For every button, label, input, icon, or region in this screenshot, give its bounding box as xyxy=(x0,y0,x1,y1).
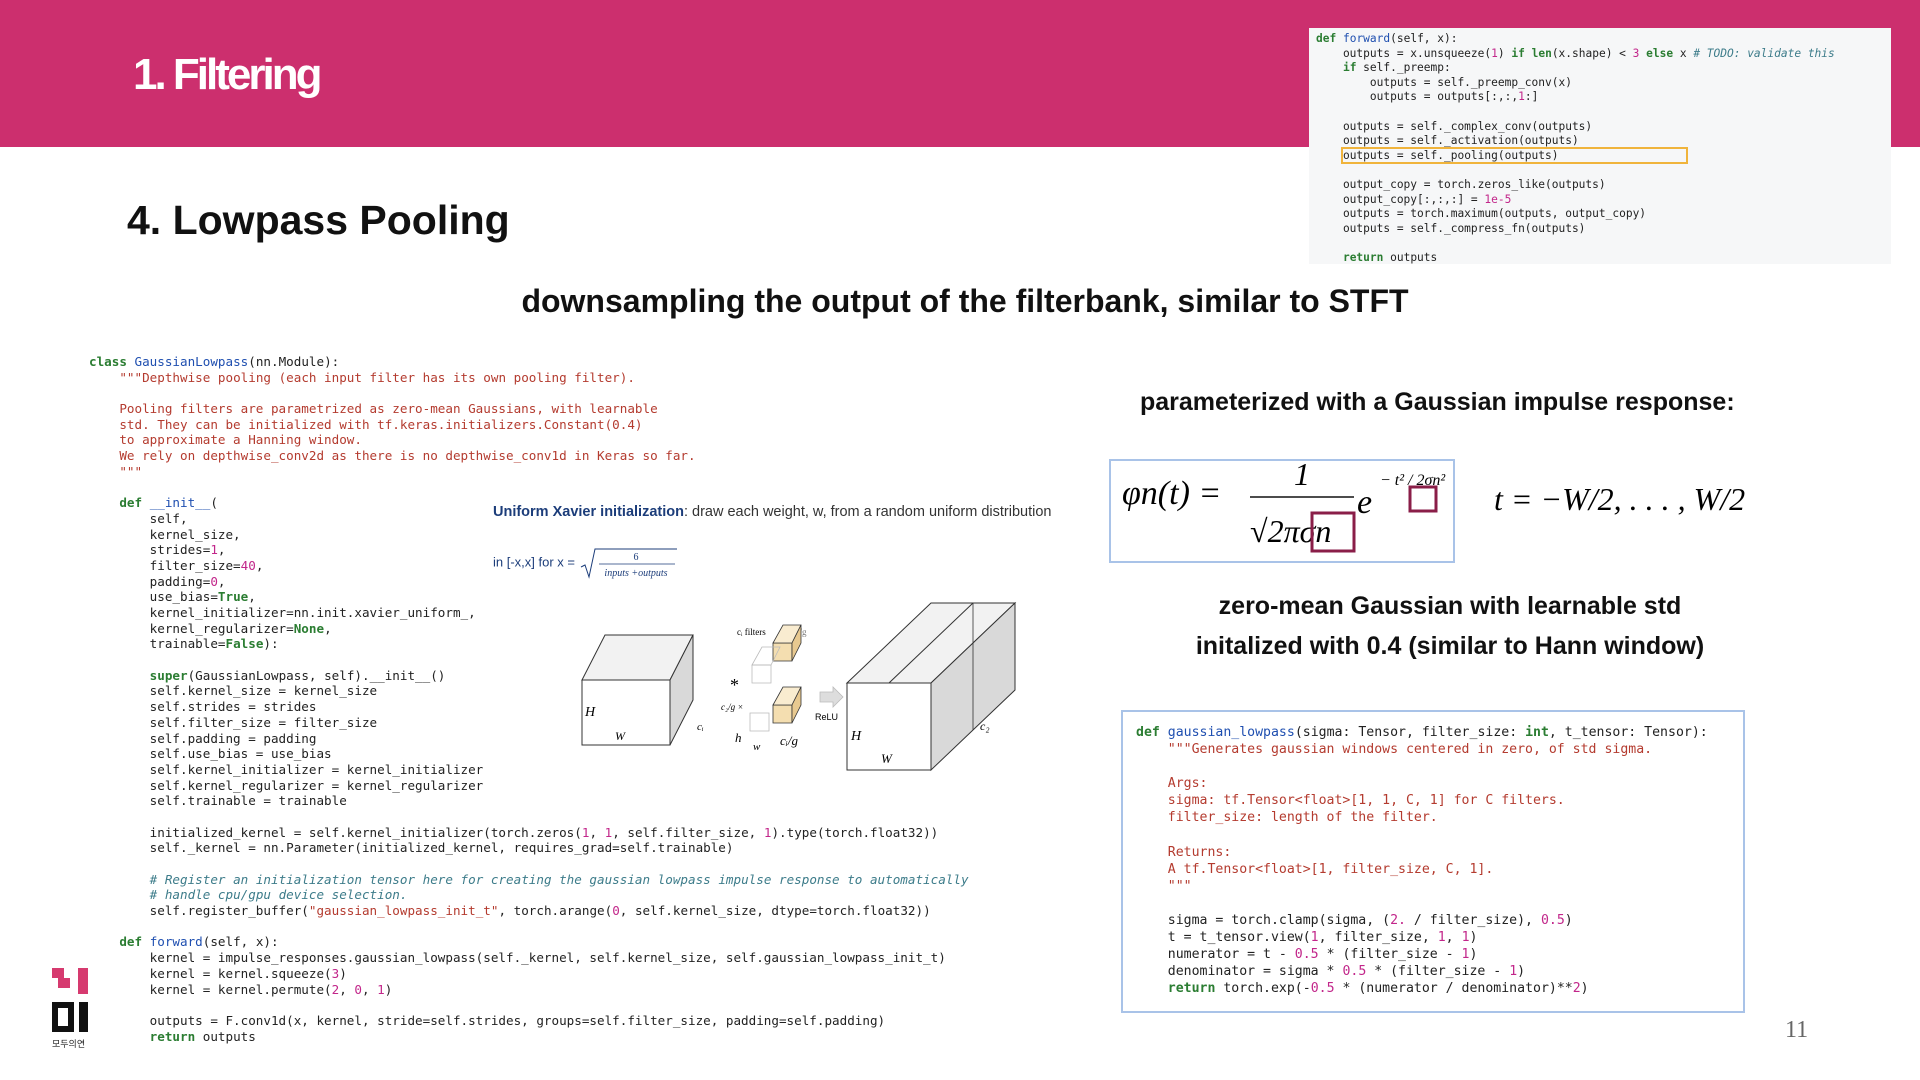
xavier-range-prefix: in [-x,x] for x = xyxy=(493,554,579,570)
formula-denominator: √2πσn xyxy=(1250,513,1331,549)
forward-code-snippet: def forward(self, x): outputs = x.unsque… xyxy=(1309,28,1891,264)
zero-mean-line-2: initalized with 0.4 (similar to Hann win… xyxy=(1195,632,1705,660)
formula-range: t = −W/2, . . . , W/2 xyxy=(1494,481,1745,517)
page-number: 11 xyxy=(1785,1017,1809,1043)
label-star: * xyxy=(730,675,739,695)
label-c-left: cᵢ xyxy=(697,721,704,733)
param-title: parameterized with a Gaussian impulse re… xyxy=(1140,388,1735,416)
gaussian-formula: φn(t) = 1 √2πσn e − t² / 2σn² t = −W/2, … xyxy=(1122,456,1745,553)
label-c-right: c₂ xyxy=(980,719,990,733)
pooling-line-highlight: outputs = self._pooling(outputs) xyxy=(1340,146,1689,164)
xavier-title: Uniform Xavier initialization xyxy=(493,504,684,520)
sqrt-fraction: 6 inputs +outputs xyxy=(580,548,677,579)
formula-exp-base: e xyxy=(1357,484,1372,521)
xavier-description: Uniform Xavier initialization: draw each… xyxy=(493,504,1051,520)
group-conv-figure: H W cᵢ cᵢ filters × c₂/g * c₂/g × h w cᵢ… xyxy=(581,601,1017,772)
sigma-highlight-exponent xyxy=(1408,485,1438,513)
label-ci-g: cᵢ/g xyxy=(780,733,798,748)
label-W-left: W xyxy=(615,729,626,743)
label-groups-side: c₂/g × xyxy=(721,702,743,712)
slide-subtitle: downsampling the output of the filterban… xyxy=(521,283,1409,319)
frac-den: inputs +outputs xyxy=(604,568,667,579)
label-relu: ReLU xyxy=(815,712,838,722)
modu-logo xyxy=(52,968,88,1032)
label-w: w xyxy=(753,741,761,753)
label-W-right: W xyxy=(881,751,893,766)
zero-mean-line-1: zero-mean Gaussian with learnable std xyxy=(1218,592,1682,620)
xavier-range: in [-x,x] for x = 6 inputs +outputs xyxy=(493,545,679,581)
formula-numerator: 1 xyxy=(1294,456,1310,492)
xavier-desc: : draw each weight, w, from a random uni… xyxy=(683,504,1052,520)
label-filters: cᵢ filters xyxy=(737,627,766,637)
header-title: 1. Filtering xyxy=(133,50,322,99)
logo-text: 모두의연 xyxy=(52,1039,86,1049)
frac-num: 6 xyxy=(633,552,638,563)
label-H-left: H xyxy=(584,705,596,720)
section-title: 4. Lowpass Pooling xyxy=(127,197,510,243)
label-h: h xyxy=(735,730,742,745)
formula-lhs: φn(t) = xyxy=(1122,475,1221,512)
label-H-right: H xyxy=(850,729,862,744)
gaussian-lowpass-function-code: def gaussian_lowpass(sigma: Tensor, filt… xyxy=(1121,710,1745,1013)
zero-mean-text: zero-mean Gaussian with learnable std in… xyxy=(1140,586,1760,666)
